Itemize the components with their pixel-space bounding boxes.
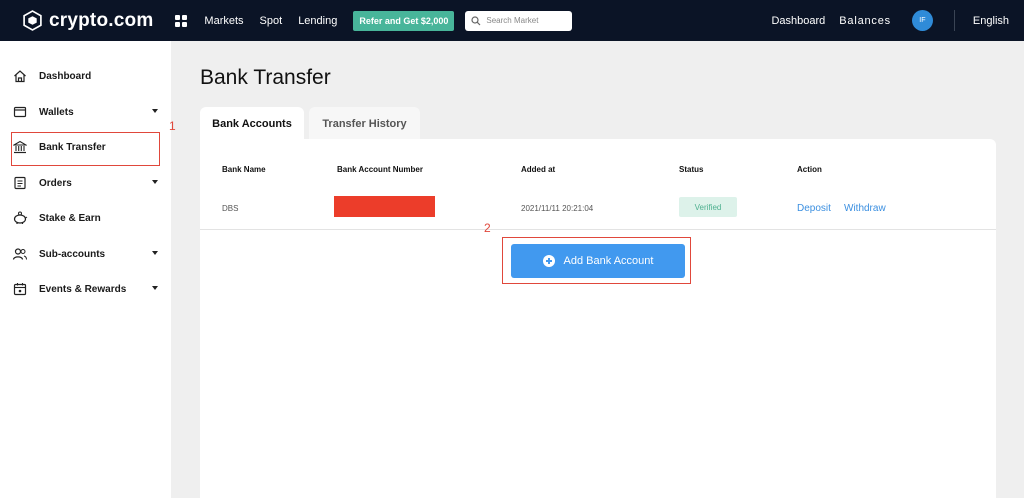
column-header-account-number: Bank Account Number (337, 165, 423, 174)
withdraw-link[interactable]: Withdraw (844, 203, 886, 214)
chevron-down-icon (152, 109, 158, 113)
column-header-bank-name: Bank Name (222, 165, 266, 174)
table-row-divider (200, 229, 996, 230)
chevron-down-icon (152, 286, 158, 290)
sidebar-item-wallets[interactable]: Wallets (10, 97, 165, 127)
sidebar-item-label: Bank Transfer (39, 141, 106, 153)
search-box[interactable] (465, 10, 573, 31)
page-title: Bank Transfer (200, 66, 331, 89)
bank-icon (12, 139, 28, 155)
tab-bank-accounts[interactable]: Bank Accounts (200, 107, 304, 140)
crypto-lion-icon (23, 10, 42, 31)
nav-spot[interactable]: Spot (260, 15, 283, 27)
sidebar-item-label: Wallets (39, 106, 74, 118)
users-icon (12, 246, 28, 262)
avatar[interactable]: IF (911, 10, 933, 31)
wallet-icon (12, 104, 28, 120)
add-bank-account-label: Add Bank Account (563, 255, 654, 267)
sidebar-item-dashboard[interactable]: Dashboard (10, 61, 165, 91)
chevron-down-icon (152, 251, 158, 255)
plus-circle-icon (542, 255, 555, 267)
sidebar-item-bank-transfer[interactable]: Bank Transfer (10, 132, 165, 162)
search-icon (471, 15, 481, 25)
piggy-bank-icon (12, 210, 28, 226)
sidebar-item-orders[interactable]: Orders (10, 168, 165, 198)
sidebar-item-label: Events & Rewards (39, 283, 127, 295)
annotation-marker-1: 1 (169, 119, 176, 133)
language-selector[interactable]: English (973, 15, 1009, 27)
sidebar-item-events-rewards[interactable]: Events & Rewards (10, 274, 165, 304)
redacted-account-number (334, 196, 435, 217)
cell-bank-name: DBS (222, 204, 239, 213)
add-bank-account-button[interactable]: Add Bank Account (511, 244, 685, 278)
annotation-marker-2: 2 (484, 221, 491, 235)
cell-added-at: 2021/11/11 20:21:04 (521, 204, 594, 213)
home-icon (12, 68, 28, 84)
status-badge: Verified (679, 197, 737, 217)
column-header-added-at: Added at (521, 165, 556, 174)
sidebar-item-label: Dashboard (39, 70, 92, 82)
orders-icon (12, 175, 28, 191)
apps-grid-icon[interactable] (175, 14, 188, 27)
bank-accounts-panel (200, 139, 996, 498)
sidebar-item-sub-accounts[interactable]: Sub-accounts (10, 239, 165, 269)
search-input[interactable] (486, 16, 567, 25)
tab-transfer-history[interactable]: Transfer History (309, 107, 420, 140)
top-navigation-bar: crypto.com Markets Spot Lending Refer an… (0, 0, 1024, 41)
deposit-link[interactable]: Deposit (797, 203, 831, 214)
nav-dashboard[interactable]: Dashboard (771, 15, 825, 27)
crypto-logo[interactable]: crypto.com (22, 10, 153, 32)
logo-text: crypto.com (49, 9, 154, 31)
column-header-action: Action (797, 165, 822, 174)
divider (953, 10, 955, 31)
sidebar: Dashboard Wallets Bank Transfer Orders S… (0, 41, 171, 498)
nav-markets[interactable]: Markets (204, 15, 243, 27)
nav-balances[interactable]: Balances (839, 15, 891, 27)
column-header-status: Status (679, 165, 704, 174)
chevron-down-icon (152, 180, 158, 184)
sidebar-item-label: Sub-accounts (39, 248, 106, 260)
calendar-icon (12, 281, 28, 297)
sidebar-item-stake-earn[interactable]: Stake & Earn (10, 203, 165, 233)
sidebar-item-label: Stake & Earn (39, 212, 101, 224)
nav-lending[interactable]: Lending (298, 15, 337, 27)
refer-button[interactable]: Refer and Get $2,000 (353, 10, 455, 31)
sidebar-item-label: Orders (39, 177, 72, 189)
